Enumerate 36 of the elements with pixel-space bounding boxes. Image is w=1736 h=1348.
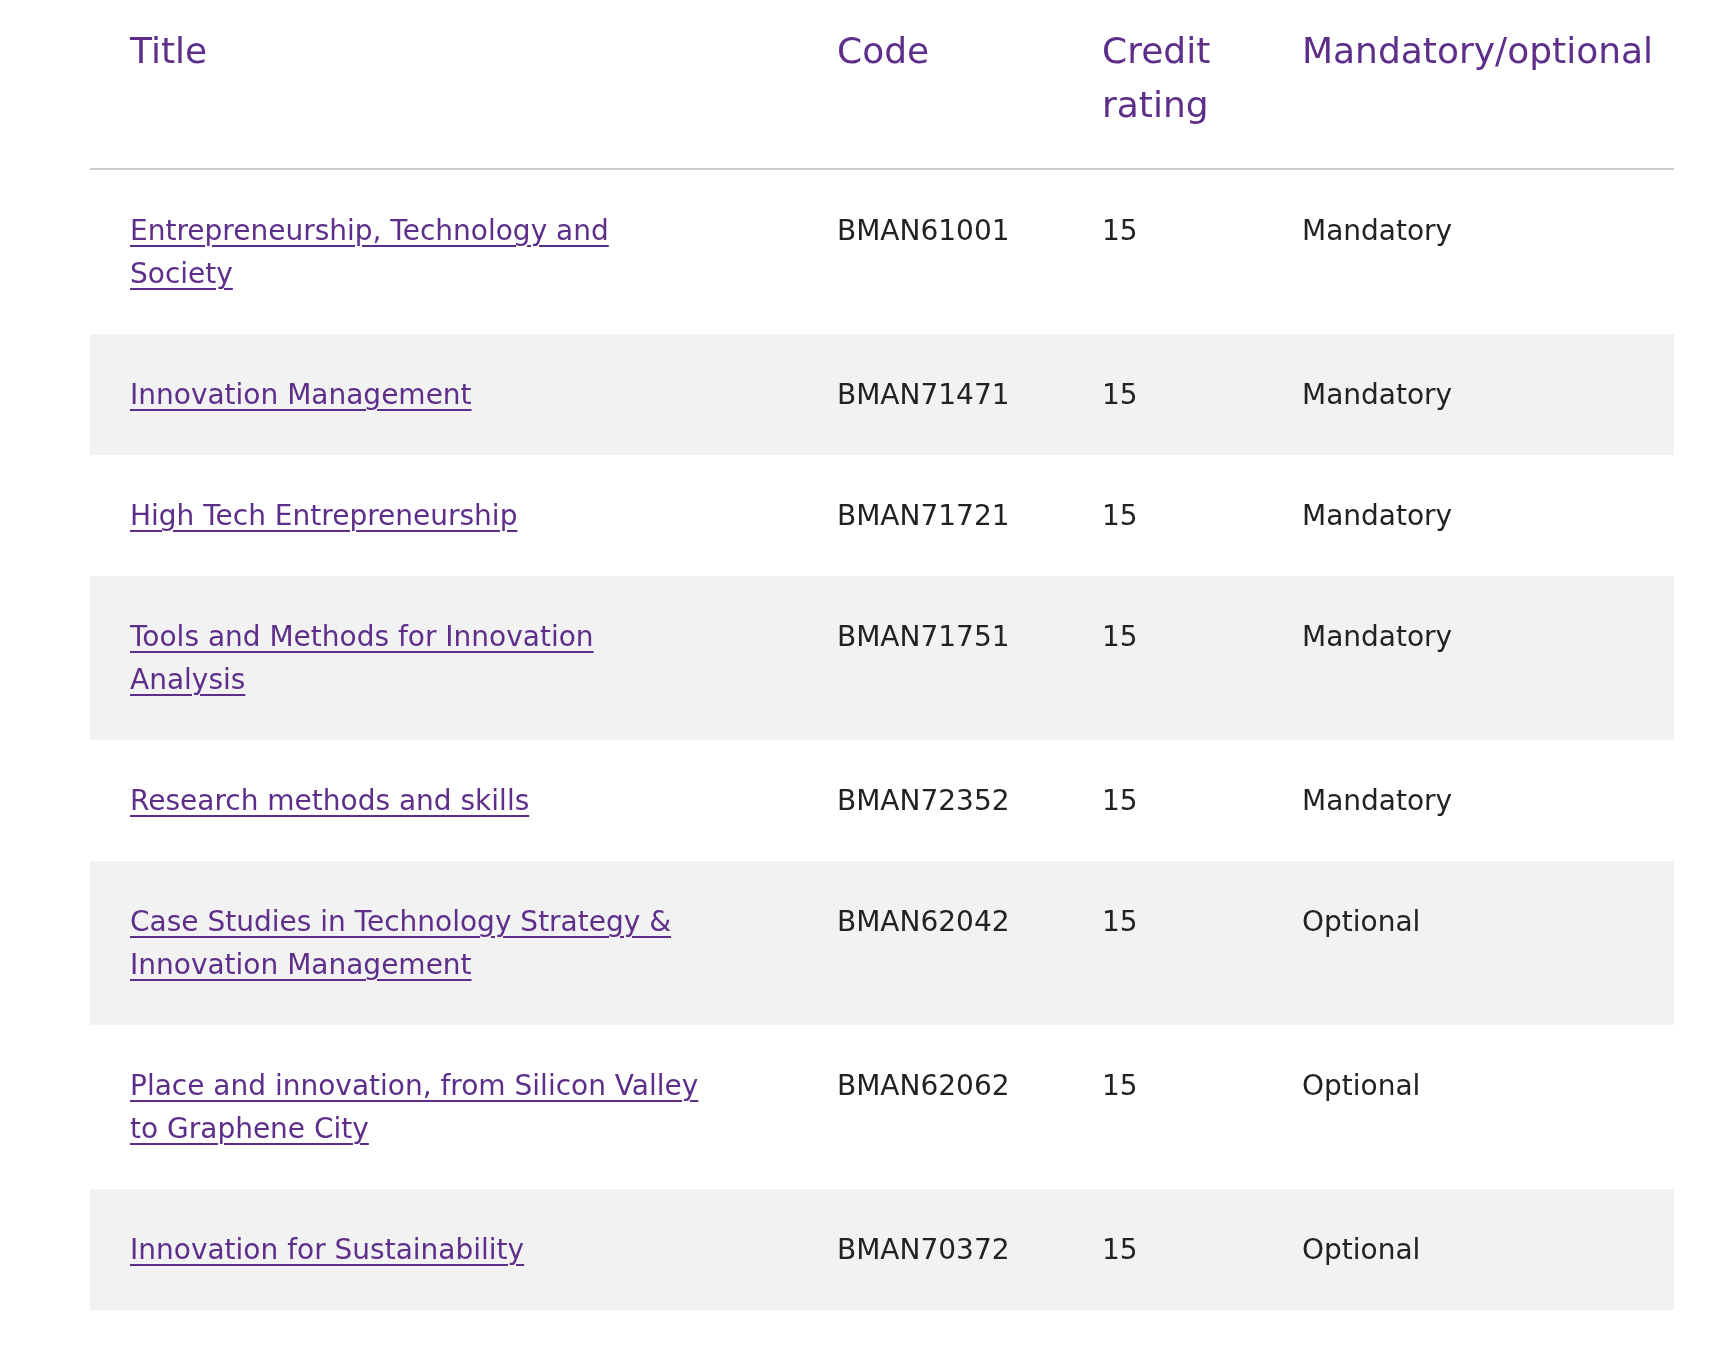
course-link[interactable]: Tools and Methods for Innovation Analysis	[130, 615, 710, 701]
course-link[interactable]: High Tech Entrepreneurship	[130, 494, 518, 537]
course-link[interactable]: Case Studies in Technology Strategy & Innovation Management	[130, 900, 710, 986]
course-code: BMAN72352	[837, 784, 1010, 817]
course-code: BMAN71751	[837, 620, 1010, 653]
column-header: Credit rating	[1102, 30, 1211, 125]
credit-rating: 15	[1102, 784, 1138, 817]
course-code: BMAN61001	[837, 214, 1010, 247]
credit-rating: 15	[1102, 620, 1138, 653]
course-status: Optional	[1302, 1233, 1421, 1266]
course-status: Mandatory	[1302, 620, 1453, 653]
course-link[interactable]: Entrepreneurship, Technology and Society	[130, 209, 710, 295]
credit-rating: 15	[1102, 378, 1138, 411]
course-code: BMAN62062	[837, 1069, 1010, 1102]
credit-rating: 15	[1102, 1233, 1138, 1266]
column-header: Code	[837, 30, 930, 71]
course-code: BMAN62042	[837, 905, 1010, 938]
credit-rating: 15	[1102, 499, 1138, 532]
course-code: BMAN71721	[837, 499, 1010, 532]
course-link[interactable]: Innovation for Sustainability	[130, 1228, 525, 1271]
course-code: BMAN71471	[837, 378, 1010, 411]
credit-rating: 15	[1102, 214, 1138, 247]
credit-rating: 15	[1102, 905, 1138, 938]
course-status: Mandatory	[1302, 784, 1453, 817]
column-header: Title	[130, 30, 208, 71]
course-status: Mandatory	[1302, 378, 1453, 411]
course-link[interactable]: Innovation Management	[130, 373, 472, 416]
course-status: Optional	[1302, 905, 1421, 938]
course-link[interactable]: Research methods and skills	[130, 779, 530, 822]
credit-rating: 15	[1102, 1069, 1138, 1102]
course-status: Mandatory	[1302, 499, 1453, 532]
course-status: Optional	[1302, 1069, 1421, 1102]
course-code: BMAN70372	[837, 1233, 1010, 1266]
column-header: Mandatory/optional	[1302, 30, 1654, 71]
course-link[interactable]: Place and innovation, from Silicon Valley to Graphene City	[130, 1064, 710, 1150]
course-status: Mandatory	[1302, 214, 1453, 247]
